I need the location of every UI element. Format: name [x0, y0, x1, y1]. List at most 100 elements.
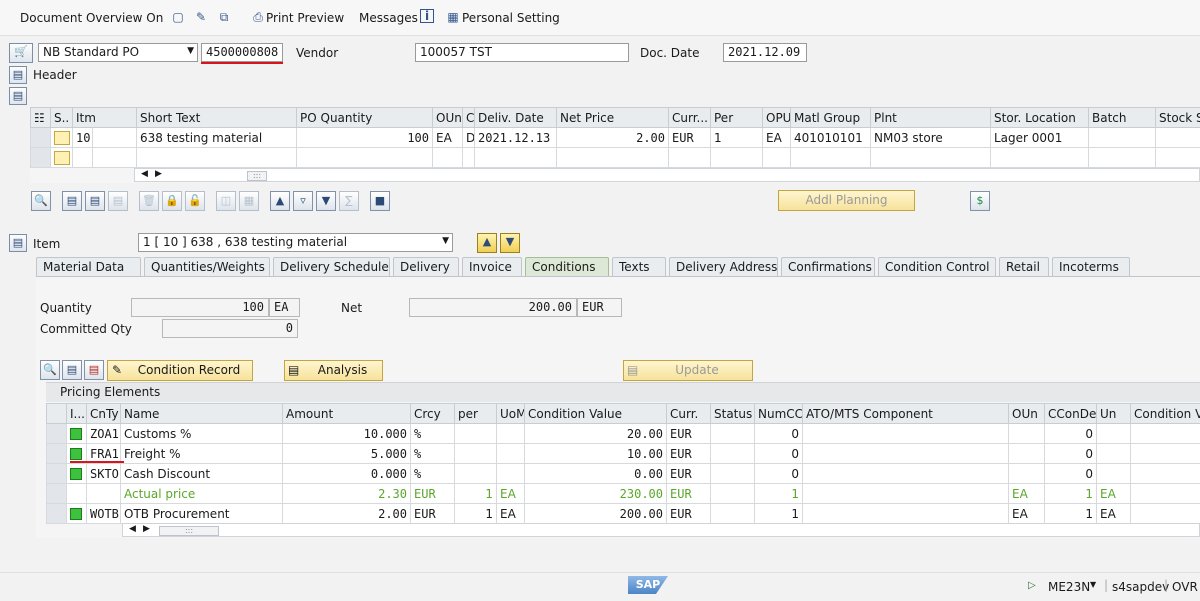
- stock-segment[interactable]: [1155, 127, 1200, 148]
- cell-curr[interactable]: EUR: [666, 503, 711, 524]
- cell-ccon[interactable]: 0: [1044, 423, 1097, 444]
- cell-amount[interactable]: 2.30: [282, 483, 411, 504]
- col-header[interactable]: Per: [710, 107, 763, 128]
- cell-curr[interactable]: EUR: [666, 443, 711, 464]
- tab-delivery[interactable]: Delivery: [393, 257, 459, 276]
- col-header[interactable]: per: [454, 403, 497, 424]
- cell-numcco[interactable]: 1: [754, 483, 803, 504]
- cell-cnty[interactable]: [86, 483, 121, 504]
- doc-date-field[interactable]: 2021.12.09: [723, 43, 807, 62]
- cell-per[interactable]: [454, 463, 497, 484]
- cell-ato[interactable]: [802, 463, 1009, 484]
- col-header[interactable]: CnTy: [86, 403, 121, 424]
- sum-icon[interactable]: ∑: [339, 191, 359, 211]
- unlock-icon[interactable]: 🔓: [185, 191, 205, 211]
- column-settings-icon[interactable]: [46, 403, 67, 424]
- cell-uom[interactable]: EA: [496, 483, 525, 504]
- cell-name[interactable]: OTB Procurement: [120, 503, 283, 524]
- cell-un[interactable]: [1096, 423, 1131, 444]
- cell-name[interactable]: Freight %: [120, 443, 283, 464]
- scroll-left-icon[interactable]: ◀: [141, 169, 148, 179]
- tab-delivery-schedule[interactable]: Delivery Schedule: [273, 257, 390, 276]
- delivery-date[interactable]: 2021.12.13: [474, 127, 557, 148]
- items-horizontal-scrollbar[interactable]: ◀ ▶ :::: [134, 168, 1200, 182]
- item-overview-expand-icon[interactable]: ▤: [9, 87, 27, 105]
- row-selector[interactable]: [30, 127, 51, 148]
- tab-condition-control[interactable]: Condition Control: [878, 257, 996, 276]
- cell-ato[interactable]: [802, 483, 1009, 504]
- cell-st[interactable]: [710, 503, 755, 524]
- grid-icon[interactable]: ▦: [239, 191, 259, 211]
- document-overview-button[interactable]: Document Overview On: [20, 11, 163, 25]
- analysis-button[interactable]: ▤ Analysis: [284, 360, 383, 381]
- order-unit[interactable]: EA: [432, 127, 463, 148]
- cell-name[interactable]: Customs %: [120, 423, 283, 444]
- row-selector[interactable]: [30, 147, 51, 168]
- item-selector-dropdown[interactable]: 1 [ 10 ] 638 , 638 testing material ▼: [138, 233, 453, 252]
- row-selector[interactable]: [46, 443, 67, 464]
- cell-oun[interactable]: [1008, 443, 1045, 464]
- cell-amount[interactable]: 5.000: [282, 443, 411, 464]
- col-header[interactable]: OUn: [1008, 403, 1045, 424]
- filter-set-icon[interactable]: ▼: [316, 191, 336, 211]
- cell-crcy[interactable]: %: [410, 423, 455, 444]
- cell-st[interactable]: [710, 483, 755, 504]
- table-row[interactable]: 10 638 testing material 100 EA D 2021.12…: [30, 127, 1200, 148]
- col-header[interactable]: Net Price: [556, 107, 669, 128]
- cell-oun[interactable]: [1008, 423, 1045, 444]
- cell-numcco[interactable]: 0: [754, 443, 803, 464]
- cell-oun[interactable]: EA: [1008, 483, 1045, 504]
- print-preview-button[interactable]: Print Preview: [266, 11, 344, 25]
- cell-crcy[interactable]: EUR: [410, 483, 455, 504]
- cell-amount[interactable]: 0.000: [282, 463, 411, 484]
- cell-name[interactable]: Actual price: [120, 483, 283, 504]
- cell-cond-value[interactable]: 10.00: [524, 443, 667, 464]
- chevron-down-icon[interactable]: ▼: [1090, 580, 1096, 589]
- tab-confirmations[interactable]: Confirmations: [781, 257, 875, 276]
- split-icon[interactable]: ◫: [216, 191, 236, 211]
- cell-numcco[interactable]: 0: [754, 463, 803, 484]
- cell-un[interactable]: [1096, 443, 1131, 464]
- row-selector[interactable]: [46, 503, 67, 524]
- condition-record-button[interactable]: ✎ Condition Record: [107, 360, 253, 381]
- cell-cnty[interactable]: WOTB: [86, 503, 121, 524]
- previous-item-button[interactable]: ▲: [477, 233, 497, 253]
- account-assignment[interactable]: [92, 127, 137, 148]
- price-unit[interactable]: 1: [710, 127, 763, 148]
- item-detail-expand-icon[interactable]: ▤: [9, 234, 27, 252]
- update-button[interactable]: ▤ Update: [623, 360, 753, 381]
- col-header[interactable]: Curr...: [668, 107, 711, 128]
- cell-ato[interactable]: [802, 443, 1009, 464]
- col-header[interactable]: Short Text: [136, 107, 297, 128]
- tab-invoice[interactable]: Invoice: [462, 257, 522, 276]
- cell-uom[interactable]: [496, 443, 525, 464]
- po-type-dropdown[interactable]: NB Standard PO ▼: [38, 43, 198, 62]
- po-quantity[interactable]: 100: [296, 127, 433, 148]
- tab-incoterms[interactable]: Incoterms: [1052, 257, 1130, 276]
- cell-cond-value[interactable]: 200.00: [524, 503, 667, 524]
- cell-un[interactable]: EA: [1096, 483, 1131, 504]
- cell-per[interactable]: [454, 443, 497, 464]
- cell-ccon[interactable]: 1: [1044, 483, 1097, 504]
- cell-ccon[interactable]: 0: [1044, 463, 1097, 484]
- new-document-icon[interactable]: ▢: [170, 9, 186, 25]
- paste-icon[interactable]: ▤: [85, 191, 105, 211]
- cell-cnty[interactable]: ZOA1: [86, 423, 121, 444]
- cell-empty[interactable]: [1130, 463, 1200, 484]
- insert-row-icon[interactable]: ▤: [108, 191, 128, 211]
- add-condition-icon[interactable]: ▤: [62, 360, 82, 380]
- col-header[interactable]: Crcy: [410, 403, 455, 424]
- cell-amount[interactable]: 10.000: [282, 423, 411, 444]
- cell-per[interactable]: [454, 423, 497, 444]
- cell-curr[interactable]: EUR: [666, 423, 711, 444]
- table-row[interactable]: Actual price 2.30 EUR 1 EA 230.00 EUR 1 EA 1 EA: [46, 483, 1200, 504]
- plant[interactable]: NM03 store: [870, 127, 991, 148]
- addl-planning-button[interactable]: Addl Planning: [778, 190, 915, 211]
- cell-oun[interactable]: [1008, 463, 1045, 484]
- tab-quantities-weights[interactable]: Quantities/Weights: [144, 257, 270, 276]
- col-header[interactable]: ATO/MTS Component: [802, 403, 1009, 424]
- cell-name[interactable]: Cash Discount: [120, 463, 283, 484]
- cell-ccon[interactable]: 1: [1044, 503, 1097, 524]
- col-header[interactable]: Deliv. Date: [474, 107, 557, 128]
- next-item-button[interactable]: ▼: [500, 233, 520, 253]
